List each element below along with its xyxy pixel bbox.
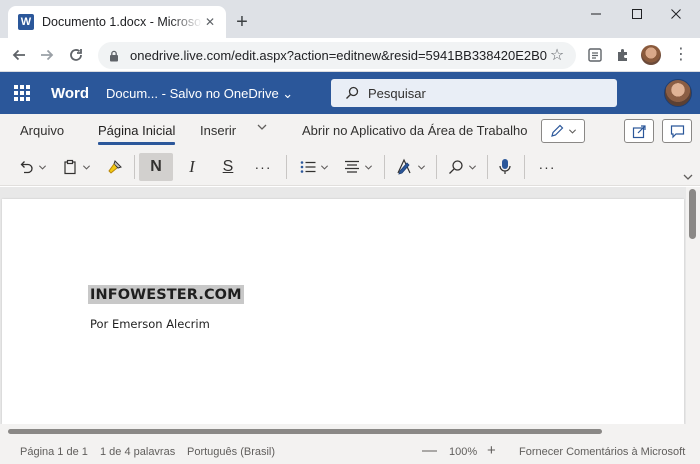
lock-icon [110, 50, 118, 61]
maximize-icon [632, 9, 642, 19]
styles-pen-icon [396, 158, 411, 175]
horizontal-scrollbar[interactable] [0, 424, 700, 438]
document-title[interactable]: Docum... - Salvo no OneDrive ⌄ [106, 86, 293, 102]
feedback-link[interactable]: Fornecer Comentários à Microsoft [519, 446, 685, 458]
styles-button[interactable] [392, 153, 428, 181]
search-placeholder: Pesquisar [368, 85, 426, 101]
ribbon-commands: N I S ··· ··· [0, 148, 700, 186]
arrow-left-icon [12, 49, 25, 61]
comment-icon [670, 124, 684, 138]
word-header: Word Docum... - Salvo no OneDrive ⌄ Pesq… [0, 72, 700, 114]
word-count[interactable]: 1 de 4 palavras [100, 446, 175, 458]
search-icon [346, 86, 359, 99]
back-button[interactable] [8, 44, 30, 66]
close-window-button[interactable] [662, 4, 690, 24]
separator [384, 155, 385, 179]
share-button[interactable] [624, 119, 654, 143]
user-avatar[interactable] [664, 79, 692, 107]
undo-button[interactable] [14, 153, 50, 181]
collapse-ribbon-chevron-icon[interactable] [682, 170, 696, 184]
more-font-options-button[interactable]: ··· [248, 153, 278, 181]
align-button[interactable] [340, 153, 376, 181]
new-tab-button[interactable]: + [232, 12, 252, 32]
bullet-list-icon [300, 161, 315, 173]
reload-icon [70, 49, 82, 61]
browser-tab[interactable]: W Documento 1.docx - Microsoft Word ✕ [8, 6, 226, 38]
separator [286, 155, 287, 179]
bold-button[interactable]: N [139, 153, 173, 181]
browser-menu-icon[interactable]: ⋮ [672, 45, 690, 65]
horizontal-scrollbar-thumb[interactable] [8, 429, 602, 434]
arrow-right-icon [41, 49, 54, 61]
bullets-button[interactable] [296, 153, 332, 181]
align-center-icon [344, 160, 359, 173]
chevron-down-icon [568, 128, 576, 134]
address-bar[interactable]: onedrive.live.com/edit.aspx?action=editn… [98, 42, 576, 69]
app-launcher-icon[interactable] [14, 85, 30, 101]
undo-icon [20, 161, 33, 174]
tab-home[interactable]: Página Inicial [98, 123, 176, 145]
ribbon-tabs: Arquivo Página Inicial Inserir Abrir no … [0, 114, 700, 148]
minimize-icon [591, 13, 601, 15]
microphone-icon [499, 159, 511, 174]
separator [436, 155, 437, 179]
document-byline[interactable]: Por Emerson Alecrim [90, 317, 210, 331]
format-painter-button[interactable] [102, 153, 126, 181]
document-page[interactable]: INFOWESTER.COM Por Emerson Alecrim [2, 199, 684, 424]
extensions-puzzle-icon[interactable] [614, 46, 632, 64]
clipboard-icon [63, 159, 76, 175]
separator [134, 155, 135, 179]
document-canvas: INFOWESTER.COM Por Emerson Alecrim [0, 187, 700, 424]
editing-mode-button[interactable] [541, 119, 585, 143]
browser-tab-strip: W Documento 1.docx - Microsoft Word ✕ + [0, 0, 700, 38]
page-count: Página 1 de 1 [20, 446, 88, 458]
zoom-level[interactable]: 100% [449, 446, 477, 458]
chevron-down-icon [320, 164, 328, 170]
separator [524, 155, 525, 179]
search-icon [448, 160, 463, 174]
share-icon [632, 124, 646, 138]
format-painter-icon [107, 159, 122, 174]
chevron-down-icon [468, 164, 476, 170]
reload-button[interactable] [65, 44, 87, 66]
zoom-in-button[interactable]: + [487, 442, 496, 459]
tab-insert[interactable]: Inserir [200, 123, 236, 138]
maximize-button[interactable] [623, 4, 651, 24]
status-bar: Página 1 de 1 1 de 4 palavras Português … [0, 438, 700, 464]
italic-button[interactable]: I [178, 153, 206, 181]
pencil-icon [550, 124, 563, 137]
document-heading[interactable]: INFOWESTER.COM [88, 285, 244, 304]
browser-profile-avatar[interactable] [641, 45, 661, 65]
tab-title: Documento 1.docx - Microsoft Word [42, 15, 202, 29]
search-input[interactable]: Pesquisar [331, 79, 617, 107]
vertical-scrollbar[interactable] [686, 187, 700, 424]
minimize-button[interactable] [582, 4, 610, 24]
chevron-down-icon [364, 164, 372, 170]
chevron-down-icon [417, 164, 425, 170]
paste-button[interactable] [58, 153, 94, 181]
reading-list-icon[interactable] [586, 46, 604, 64]
tab-file[interactable]: Arquivo [20, 123, 64, 138]
forward-button[interactable] [36, 44, 58, 66]
word-favicon-icon: W [18, 14, 34, 30]
app-name[interactable]: Word [51, 85, 89, 102]
zoom-out-button[interactable]: — [422, 442, 437, 459]
dictate-button[interactable] [494, 153, 516, 181]
language-indicator[interactable]: Português (Brasil) [187, 446, 275, 458]
chevron-down-icon [82, 164, 90, 170]
more-commands-button[interactable]: ··· [532, 153, 562, 181]
separator [487, 155, 488, 179]
chevron-down-icon [38, 164, 46, 170]
comments-button[interactable] [662, 119, 692, 143]
more-tabs-chevron-icon[interactable] [256, 121, 268, 136]
browser-toolbar: onedrive.live.com/edit.aspx?action=editn… [0, 38, 700, 72]
underline-button[interactable]: S [214, 153, 242, 181]
vertical-scrollbar-thumb[interactable] [689, 189, 696, 239]
close-icon [671, 9, 681, 19]
tab-close-icon[interactable]: ✕ [202, 14, 218, 30]
open-in-desktop-app[interactable]: Abrir no Aplicativo da Área de Trabalho [302, 123, 527, 138]
find-button[interactable] [444, 153, 480, 181]
bookmark-star-icon[interactable]: ☆ [548, 47, 566, 65]
url-text: onedrive.live.com/edit.aspx?action=editn… [130, 48, 548, 63]
